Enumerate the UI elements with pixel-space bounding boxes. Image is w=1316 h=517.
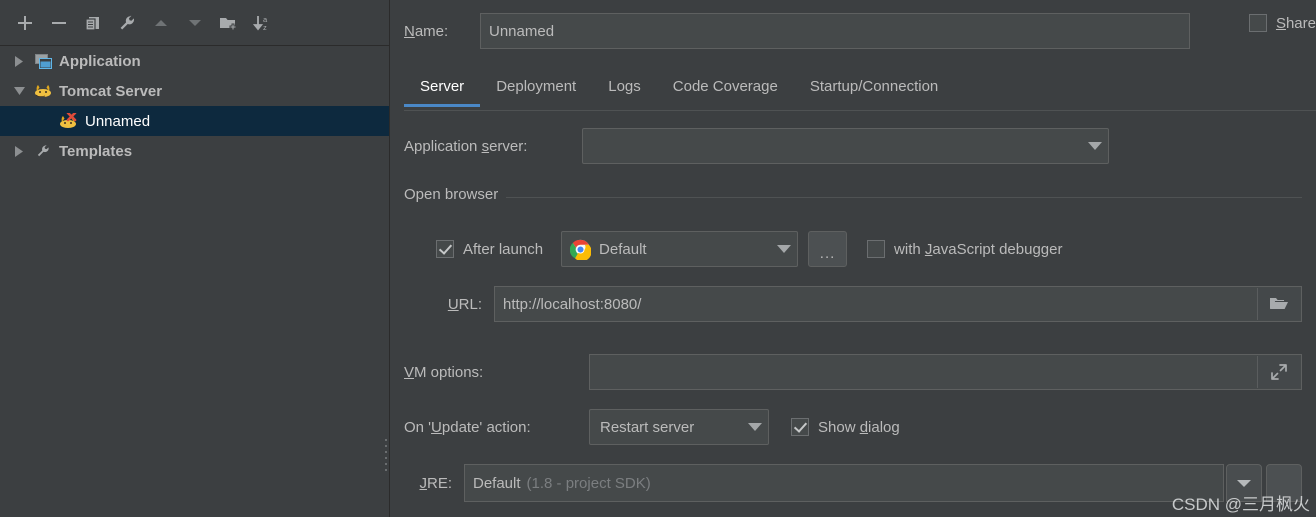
remove-icon[interactable]	[42, 6, 76, 40]
vm-options-label: VM options:	[404, 363, 484, 381]
after-launch-checkbox-row[interactable]: After launch	[436, 240, 543, 258]
name-label: Name:	[404, 22, 449, 40]
chrome-icon	[570, 239, 592, 260]
copy-icon[interactable]	[76, 6, 110, 40]
jre-row: JRE: Default (1.8 - project SDK)	[404, 463, 1302, 503]
tree-item-application[interactable]: Application	[0, 46, 389, 76]
tree-item-templates[interactable]: Templates	[0, 136, 389, 166]
url-input[interactable]: http://localhost:8080/	[494, 286, 1302, 322]
tomcat-error-icon	[58, 112, 80, 130]
update-action-label: On 'Update' action:	[404, 418, 531, 436]
after-launch-label: After launch	[463, 240, 544, 258]
tab-deployment[interactable]: Deployment	[480, 72, 592, 107]
show-dialog-label: Show dialog	[818, 418, 900, 436]
tree-item-label: Tomcat Server	[59, 82, 163, 100]
chevron-down-icon[interactable]	[1088, 142, 1102, 150]
jre-browse-button[interactable]	[1266, 464, 1302, 502]
show-dialog-checkbox[interactable]	[791, 418, 809, 436]
tab-code-coverage[interactable]: Code Coverage	[657, 72, 794, 107]
browser-value: Default	[599, 240, 647, 258]
js-debugger-checkbox[interactable]	[867, 240, 886, 258]
browser-browse-button[interactable]: ...	[808, 231, 848, 267]
vm-options-input[interactable]	[589, 354, 1302, 390]
move-down-icon[interactable]	[178, 6, 212, 40]
update-action-combo[interactable]: Restart server	[589, 409, 769, 445]
show-dialog-checkbox-row[interactable]: Show dialog	[791, 418, 900, 436]
folder-icon[interactable]	[1257, 288, 1300, 320]
move-up-icon[interactable]	[144, 6, 178, 40]
chevron-down-icon[interactable]	[777, 245, 792, 253]
application-server-combo[interactable]	[582, 128, 1109, 164]
jre-value: Default	[473, 474, 521, 492]
tab-startup-connection[interactable]: Startup/Connection	[794, 72, 954, 107]
share-label: Share	[1275, 14, 1316, 32]
svg-text:z: z	[263, 23, 267, 32]
open-browser-group-label: Open browser	[404, 186, 507, 203]
tomcat-icon	[32, 82, 54, 100]
new-folder-icon[interactable]	[212, 6, 246, 40]
configurations-sidebar: a z Application Tomcat Server Unnamed Te…	[0, 0, 389, 517]
js-debugger-checkbox-row[interactable]: with JavaScript debugger	[867, 240, 1062, 258]
application-icon	[32, 52, 54, 70]
tab-server[interactable]: Server	[404, 72, 481, 107]
jre-input[interactable]: Default (1.8 - project SDK)	[464, 464, 1224, 502]
url-input-value: http://localhost:8080/	[503, 295, 642, 313]
editor-tabs: Server Deployment Logs Code Coverage Sta…	[404, 72, 1316, 112]
name-input-value: Unnamed	[489, 22, 555, 40]
chevron-down-icon[interactable]	[6, 86, 32, 96]
chevron-right-icon[interactable]	[6, 145, 32, 157]
name-input[interactable]: Unnamed	[480, 13, 1190, 49]
configurations-toolbar: a z	[0, 0, 389, 45]
share-checkbox-row[interactable]: Share	[1248, 14, 1316, 32]
url-label: URL:	[447, 295, 482, 313]
after-launch-checkbox[interactable]	[436, 240, 454, 258]
open-browser-group-line	[404, 197, 1302, 198]
add-icon[interactable]	[8, 6, 42, 40]
wrench-icon	[32, 142, 54, 160]
panel-splitter-handle[interactable]	[384, 435, 389, 475]
share-checkbox[interactable]	[1248, 14, 1267, 32]
tree-item-tomcat-server[interactable]: Tomcat Server	[0, 76, 389, 106]
vm-options-row: VM options:	[404, 353, 1302, 391]
tree-item-label: Unnamed	[85, 112, 151, 130]
tab-logs[interactable]: Logs	[592, 72, 657, 107]
tree-item-label: Templates	[59, 142, 133, 160]
sort-az-icon[interactable]: a z	[246, 6, 280, 40]
chevron-right-icon[interactable]	[6, 55, 32, 67]
name-row: Name: Unnamed	[404, 12, 1316, 50]
open-browser-row: After launch Default ... with JavaScript…	[404, 230, 1316, 268]
configurations-tree: Application Tomcat Server Unnamed Templa…	[0, 46, 389, 517]
url-row: URL: http://localhost:8080/	[404, 285, 1302, 323]
expand-icon[interactable]	[1257, 356, 1300, 388]
update-action-row: On 'Update' action: Restart server Show …	[404, 408, 1316, 446]
jre-label: JRE:	[419, 474, 452, 492]
wrench-icon[interactable]	[110, 6, 144, 40]
js-debugger-label: with JavaScript debugger	[894, 240, 1063, 258]
tabs-underline	[404, 110, 1316, 111]
tree-item-unnamed[interactable]: Unnamed	[0, 106, 389, 136]
jre-value-detail: (1.8 - project SDK)	[526, 474, 651, 492]
run-debug-configurations-dialog: a z Application Tomcat Server Unnamed Te…	[0, 0, 1316, 517]
application-server-row: Application server:	[404, 127, 1316, 165]
browser-combo[interactable]: Default	[561, 231, 799, 267]
application-server-label: Application server:	[404, 137, 528, 155]
tree-item-label: Application	[59, 52, 141, 70]
jre-dropdown-button[interactable]	[1226, 464, 1262, 502]
configuration-editor-panel: Name: Unnamed Share Server Deployment Lo…	[390, 0, 1316, 517]
chevron-down-icon[interactable]	[748, 423, 762, 431]
update-action-value: Restart server	[600, 418, 695, 436]
